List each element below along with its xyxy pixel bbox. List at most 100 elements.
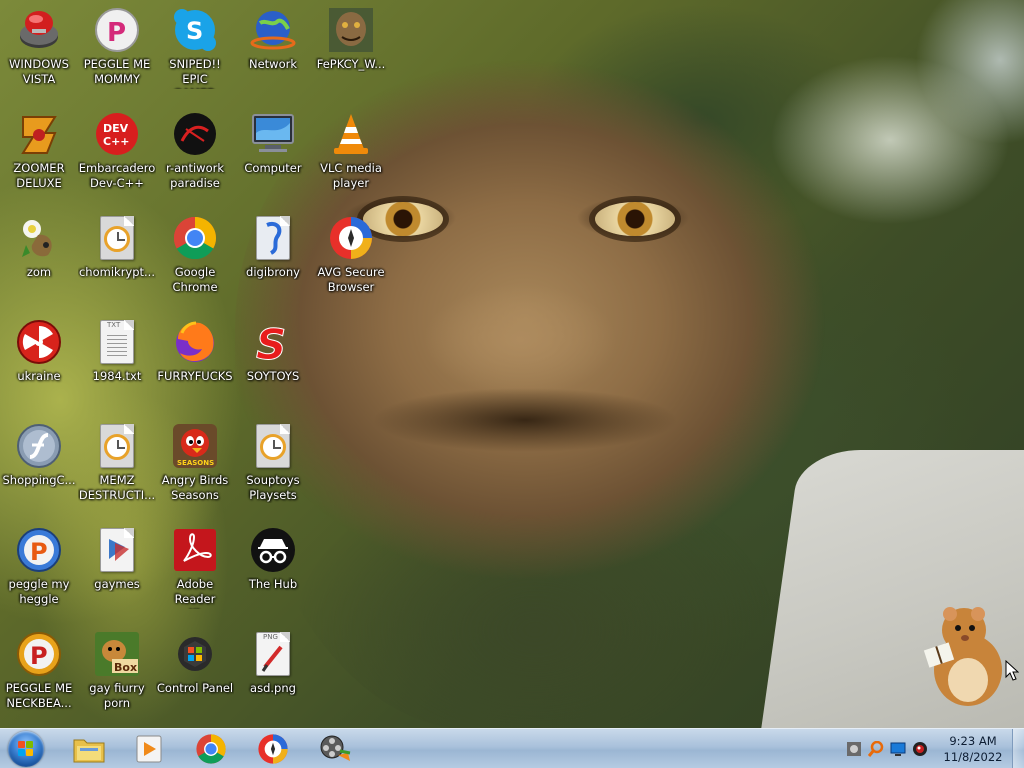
- icon-label: PEGGLE ME NECKBEA...: [5, 681, 73, 710]
- desktop-icon-ukraine[interactable]: ukraine: [0, 314, 78, 414]
- soytoys-s-icon: S: [249, 318, 297, 366]
- svg-text:DEV: DEV: [103, 122, 129, 135]
- icon-label: SOYTOYS: [246, 369, 300, 383]
- chrome-icon: [196, 734, 226, 764]
- svg-text:P: P: [107, 18, 126, 48]
- taskbar-chrome[interactable]: [184, 731, 238, 767]
- desktop-icon-zoomer-deluxe[interactable]: ZOOMER DELUXE: [0, 106, 78, 206]
- webcam-icon: [913, 742, 927, 756]
- desktop-icon-peggle-my-heggle[interactable]: P peggle my heggle: [0, 522, 78, 622]
- icon-label: ukraine: [17, 369, 61, 383]
- icon-label: MEMZ DESTRUCTI...: [78, 473, 156, 502]
- desktop-icon-souptoys-playsets[interactable]: Souptoys Playsets: [234, 418, 312, 518]
- desktop-icon-shoppingc[interactable]: ShoppingC...: [0, 418, 78, 518]
- desktop-icon-embarcadero-dev-cpp[interactable]: DEV C++ Embarcadero Dev-C++: [78, 106, 156, 206]
- desktop-icon-1984-txt[interactable]: TXT 1984.txt: [78, 314, 156, 414]
- icon-label: Adobe Reader XI: [174, 577, 216, 609]
- windows-logo-icon: [8, 731, 44, 767]
- icon-label: FePKCY_W...: [316, 57, 386, 71]
- desktop-icon-adobe-reader-xi[interactable]: Adobe Reader XI: [156, 522, 234, 622]
- desktop-icon-peggle-me-neckbeard[interactable]: P PEGGLE ME NECKBEA...: [0, 626, 78, 726]
- show-desktop-button[interactable]: [1012, 729, 1024, 768]
- magnifier-icon: [868, 741, 884, 757]
- desktop-icon-r-antiwork-paradise[interactable]: r-antiwork paradise: [156, 106, 234, 206]
- desktop-icon-gaymes[interactable]: gaymes: [78, 522, 156, 622]
- desktop-icon-computer[interactable]: Computer: [234, 106, 312, 206]
- taskbar-avg-browser[interactable]: [246, 731, 300, 767]
- media-player-icon: [136, 735, 162, 763]
- box-hamster-icon: Box: [93, 630, 141, 678]
- desktop-icon-chomikrypt[interactable]: chomikrypt...: [78, 210, 156, 310]
- desktop-icon-gay-fiurry-porn[interactable]: Box gay fiurry porn: [78, 626, 156, 726]
- desktop-icon-furryfucks[interactable]: FURRYFUCKS: [156, 314, 234, 414]
- start-button[interactable]: [4, 730, 48, 768]
- icon-label: Angry Birds Seasons: [161, 473, 229, 502]
- clock-file-icon: [249, 422, 297, 470]
- icon-label: SNIPED!! EPIC GAMER 360...: [169, 57, 221, 89]
- clock-file-icon: [93, 422, 141, 470]
- desktop-icon-vlc-media-player[interactable]: VLC media player: [312, 106, 390, 206]
- taskbar-file-explorer[interactable]: [62, 731, 116, 767]
- system-tray: 9:23 AM 11/8/2022: [838, 729, 1024, 768]
- desktop-icon-zom[interactable]: zom: [0, 210, 78, 310]
- desktop-icon-angry-birds-seasons[interactable]: SEASONS Angry Birds Seasons: [156, 418, 234, 518]
- incognito-icon: [249, 526, 297, 574]
- desktop-icon-avg-secure-browser[interactable]: AVG Secure Browser: [312, 210, 390, 310]
- svg-text:SEASONS: SEASONS: [177, 459, 214, 467]
- desktop-icon-fepkcy-w[interactable]: FePKCY_W...: [312, 2, 390, 102]
- icon-label: ZOOMER DELUXE: [13, 161, 65, 190]
- png-file-icon: PNG: [249, 630, 297, 678]
- svg-text:S: S: [256, 320, 286, 365]
- clock-file-icon: [93, 214, 141, 262]
- icon-label: The Hub: [248, 577, 298, 591]
- tray-action-center[interactable]: [846, 741, 862, 757]
- tray-webcam[interactable]: [912, 741, 928, 757]
- mouse-cursor-icon: [1005, 660, 1019, 681]
- taskbar-media-player[interactable]: [122, 731, 176, 767]
- icon-label: WINDOWS VISTA: [9, 57, 69, 86]
- icon-label: asd.png: [250, 681, 296, 695]
- desktop-icon-peggle-me-mommy[interactable]: P PEGGLE ME MOMMY: [78, 2, 156, 102]
- chrome-icon: [171, 214, 219, 262]
- desktop-icon-sniped-epic-gamer[interactable]: S SNIPED!! EPIC GAMER 360...: [156, 2, 234, 102]
- zuma-icon: [15, 110, 63, 158]
- skype-icon: S: [171, 6, 219, 54]
- svg-text:Box: Box: [114, 661, 137, 674]
- taskbar: 9:23 AM 11/8/2022: [0, 728, 1024, 768]
- icon-label: FURRYFUCKS: [157, 369, 233, 383]
- media-file-icon: [93, 526, 141, 574]
- adobe-reader-icon: [171, 526, 219, 574]
- desktop-hamster-decoration: [923, 607, 1002, 706]
- desktop-icon-memz[interactable]: MEMZ DESTRUCTI...: [78, 418, 156, 518]
- vlc-cone-icon: [327, 110, 375, 158]
- icon-label: ShoppingC...: [2, 473, 76, 487]
- icon-label: Embarcadero Dev-C++: [78, 161, 156, 190]
- tray-search[interactable]: [868, 741, 884, 757]
- zombie-plant-icon: [15, 214, 63, 262]
- network-globe-icon: [249, 6, 297, 54]
- desktop-icon-asd-png[interactable]: PNG asd.png: [234, 626, 312, 726]
- tray-gear-icon: [847, 742, 861, 756]
- icon-label: Network: [248, 57, 298, 71]
- icon-label: PEGGLE ME MOMMY: [83, 57, 151, 86]
- desktop-icon-google-chrome[interactable]: Google Chrome: [156, 210, 234, 310]
- taskbar-clock[interactable]: 9:23 AM 11/8/2022: [938, 733, 1008, 765]
- svg-text:S: S: [186, 17, 203, 45]
- taskbar-movie-maker[interactable]: [308, 731, 362, 767]
- desktop-icon-the-hub[interactable]: The Hub: [234, 522, 312, 622]
- firefox-icon: [171, 318, 219, 366]
- icon-label: gay fiurry porn: [89, 681, 145, 710]
- desktop-icon-control-panel[interactable]: Control Panel: [156, 626, 234, 726]
- icon-label: zom: [26, 265, 52, 279]
- desktop-icon-soytoys[interactable]: S SOYTOYS: [234, 314, 312, 414]
- icon-label: VLC media player: [320, 161, 382, 190]
- image-thumbnail-icon: [327, 6, 375, 54]
- icon-label: Souptoys Playsets: [246, 473, 300, 502]
- tray-display[interactable]: [890, 741, 906, 757]
- svg-text:P: P: [30, 642, 48, 670]
- peggle-icon: P: [15, 630, 63, 678]
- desktop-icon-digibrony[interactable]: digibrony: [234, 210, 312, 310]
- desktop-icon-network[interactable]: Network: [234, 2, 312, 102]
- desktop-icon-windows-vista[interactable]: WINDOWS VISTA: [0, 2, 78, 102]
- devcpp-icon: DEV C++: [93, 110, 141, 158]
